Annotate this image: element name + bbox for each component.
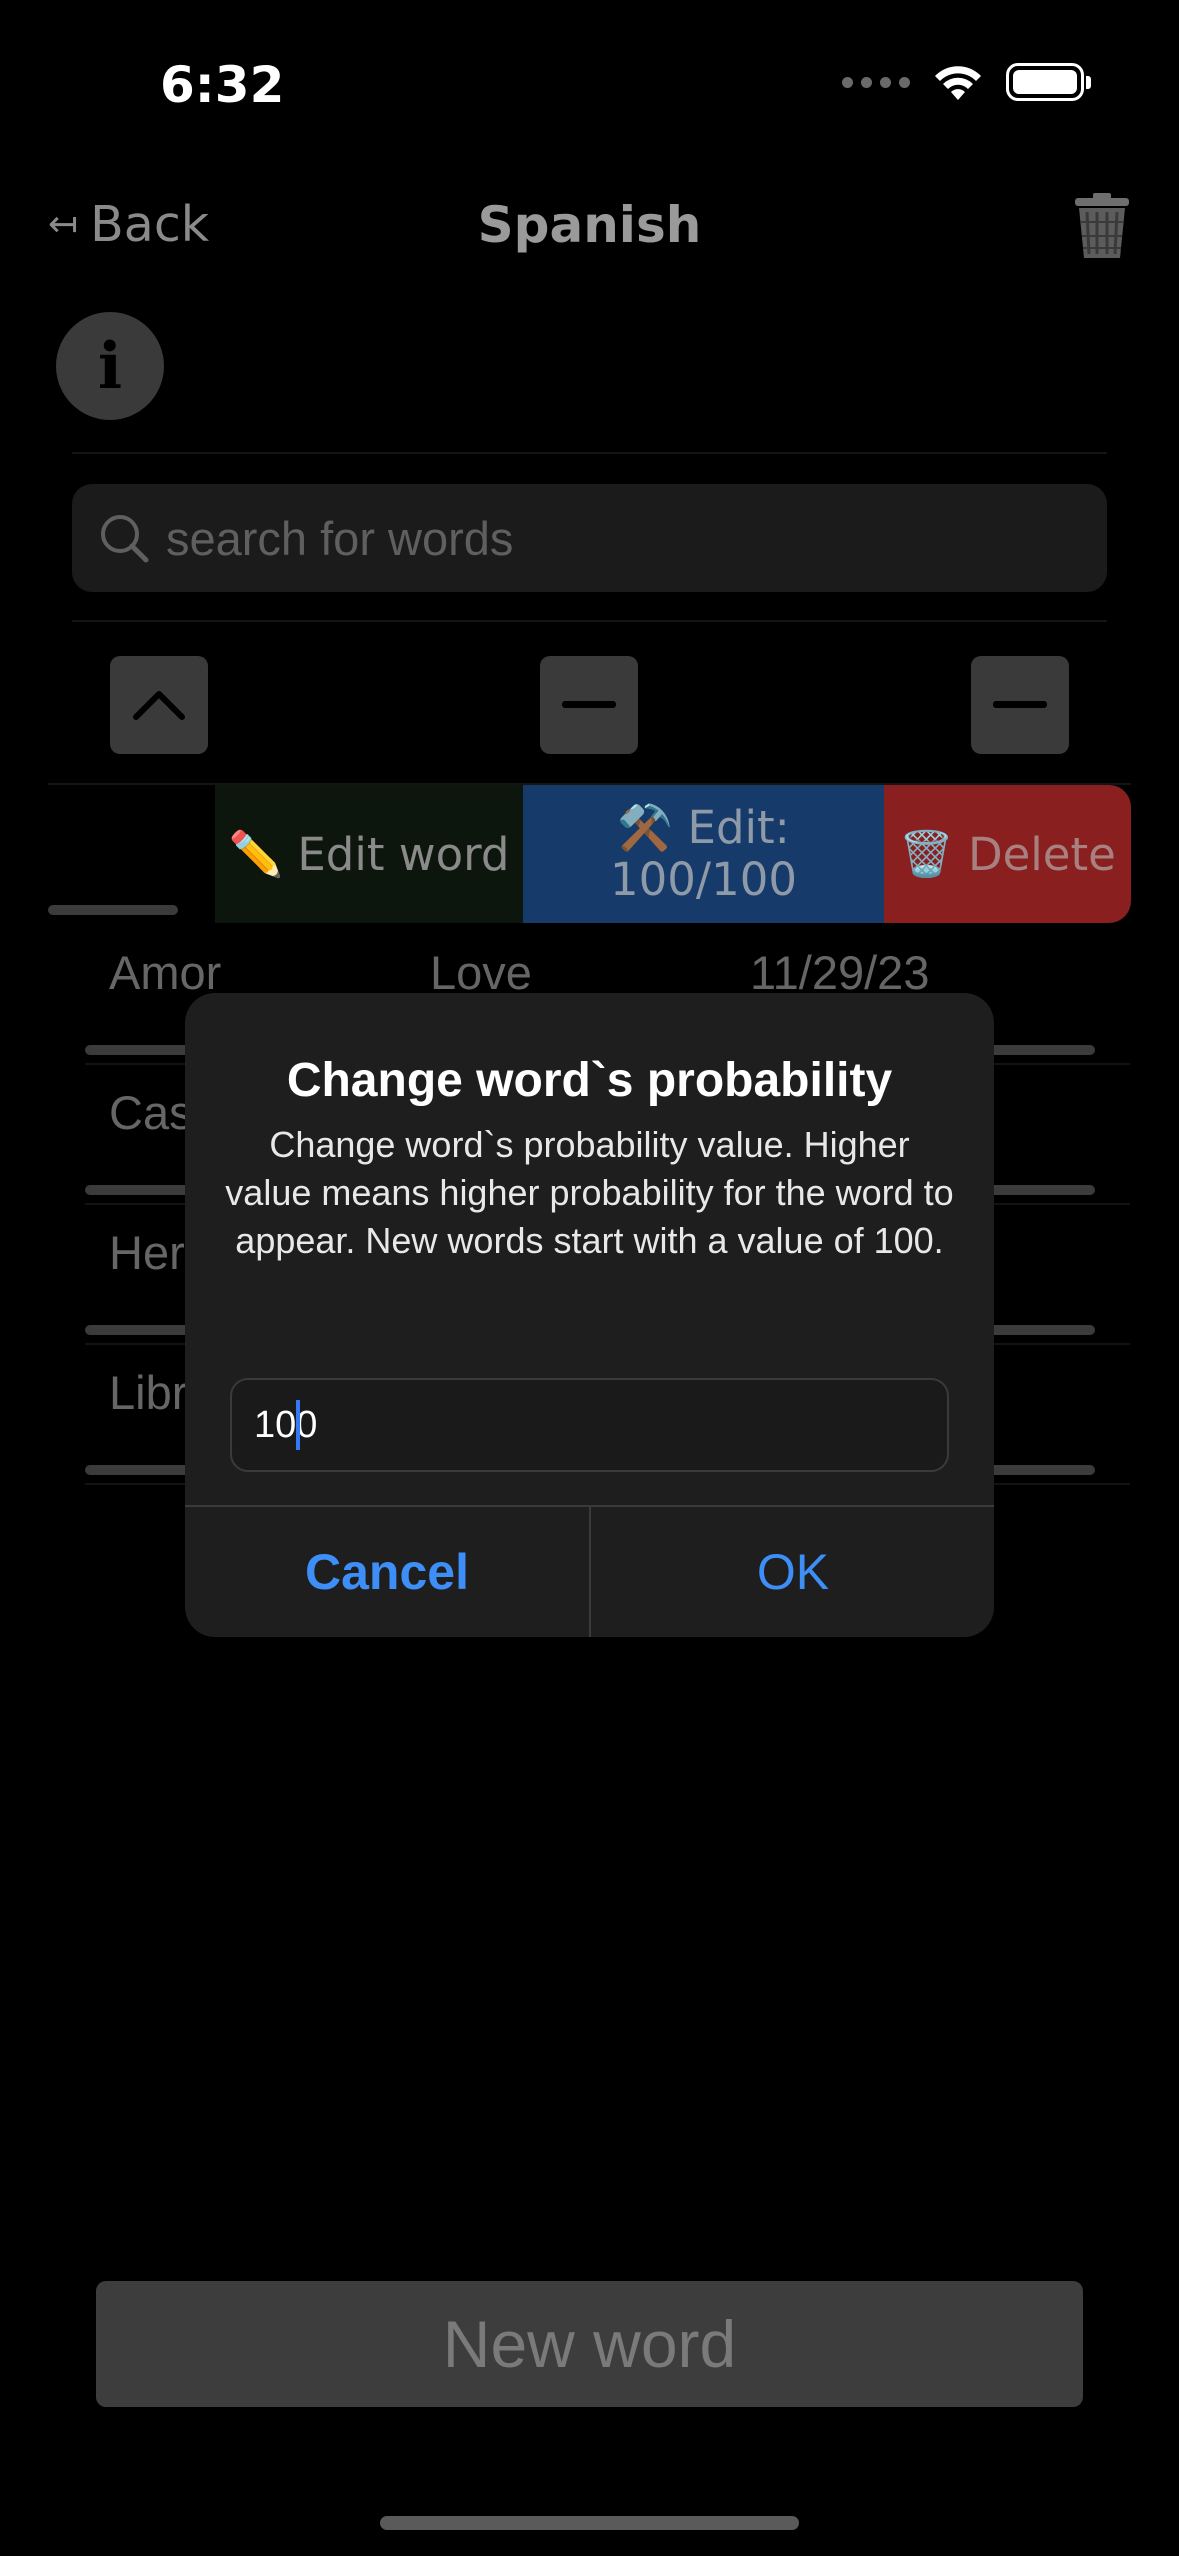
status-time: 6:32 xyxy=(160,56,285,114)
date-text: 11/29/23 xyxy=(750,946,930,999)
trash-icon[interactable] xyxy=(1069,192,1135,260)
probability-alert-dialog: Change word`s probability Change word`s … xyxy=(185,993,994,1637)
search-bar[interactable] xyxy=(72,484,1107,592)
cellular-signal-icon xyxy=(842,76,910,88)
word-text: Her xyxy=(109,1226,185,1279)
hammer-wrench-icon: ⚒️ xyxy=(617,801,674,854)
chevron-up-icon xyxy=(133,691,185,720)
alert-title: Change word`s probability xyxy=(286,1054,893,1107)
new-word-button[interactable]: New word xyxy=(96,2281,1083,2407)
probability-input-field[interactable] xyxy=(230,1378,949,1472)
sort-word-button[interactable] xyxy=(110,656,208,754)
battery-icon xyxy=(1006,63,1091,101)
swiped-row-probability-bar xyxy=(48,905,178,915)
search-icon xyxy=(101,515,149,563)
word-text: Amor xyxy=(109,946,222,999)
edit-probability-value: 100/100 xyxy=(610,853,797,906)
divider xyxy=(72,452,1107,454)
search-input[interactable] xyxy=(166,510,1046,566)
trash-icon: 🗑️ xyxy=(899,829,954,880)
probability-input[interactable] xyxy=(254,1403,354,1447)
divider xyxy=(72,620,1107,622)
cancel-button[interactable]: Cancel xyxy=(185,1507,589,1637)
edit-probability-button[interactable]: ⚒️ Edit: 100/100 xyxy=(523,785,884,923)
word-text: Libr xyxy=(109,1366,188,1419)
ok-button[interactable]: OK xyxy=(591,1507,994,1637)
home-indicator[interactable] xyxy=(380,2516,799,2530)
page-title: Spanish xyxy=(477,196,702,254)
delete-word-button[interactable]: 🗑️ Delete xyxy=(884,785,1131,923)
word-text: Cas xyxy=(109,1086,193,1139)
edit-word-label: Edit word xyxy=(297,827,510,881)
edit-word-button[interactable]: ✏️ Edit word xyxy=(215,785,523,923)
pencil-icon: ✏️ xyxy=(228,829,284,880)
status-bar: 6:32 xyxy=(0,0,1179,175)
minus-icon xyxy=(993,701,1047,708)
sort-translation-button[interactable] xyxy=(540,656,638,754)
sort-date-button[interactable] xyxy=(971,656,1069,754)
info-icon: i xyxy=(97,328,123,404)
info-button[interactable]: i xyxy=(56,312,164,420)
delete-label: Delete xyxy=(967,827,1116,881)
wifi-icon xyxy=(935,66,981,100)
alert-message: Change word`s probability value. Higher … xyxy=(225,1124,954,1261)
status-icons xyxy=(842,62,1091,102)
minus-icon xyxy=(562,701,616,708)
edit-probability-label: Edit: xyxy=(687,801,790,854)
translation-text: Love xyxy=(430,946,532,999)
text-cursor xyxy=(296,1400,300,1450)
